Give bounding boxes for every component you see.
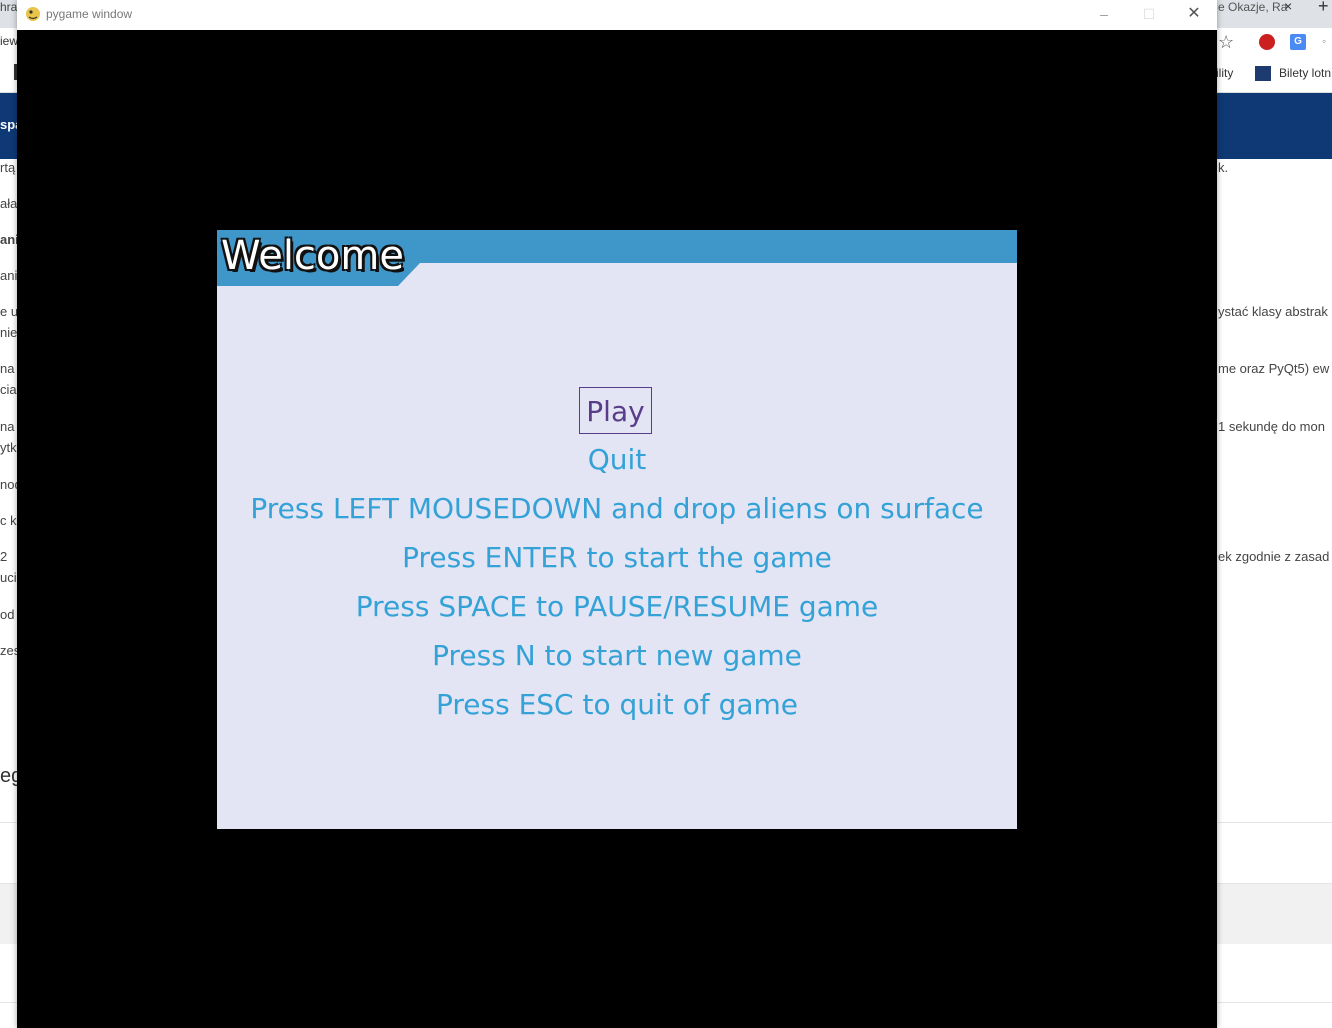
bookmark-item[interactable]: ility bbox=[1216, 66, 1233, 80]
page-text-line: na bbox=[0, 419, 15, 434]
opera-extension-icon[interactable] bbox=[1259, 34, 1275, 50]
instruction-item[interactable]: Press ESC to quit of game bbox=[217, 688, 1017, 721]
snake-icon bbox=[26, 7, 40, 21]
page-text-line: ystać klasy abstrak bbox=[1218, 304, 1328, 319]
new-tab-icon[interactable]: + bbox=[1318, 0, 1329, 17]
page-text-line: ani bbox=[0, 268, 18, 283]
page-text-line: me oraz PyQt5) ew bbox=[1218, 361, 1330, 376]
menu-title: Welcome bbox=[221, 233, 404, 279]
browser-tab-right[interactable]: e Okazje, Ra bbox=[1218, 0, 1308, 28]
page-text-line: cia bbox=[0, 382, 17, 397]
instruction-item[interactable]: Press ENTER to start the game bbox=[217, 541, 1017, 574]
instruction-item[interactable]: Press SPACE to PAUSE/RESUME game bbox=[217, 590, 1017, 623]
game-canvas[interactable]: Welcome Play Quit Press LEFT MOUSEDOWN a… bbox=[17, 30, 1217, 1028]
close-icon[interactable]: × bbox=[1284, 0, 1292, 14]
bookmark-item[interactable]: Bilety lotn bbox=[1279, 66, 1331, 80]
page-text-line: od bbox=[0, 607, 15, 622]
welcome-menu: Welcome Play Quit Press LEFT MOUSEDOWN a… bbox=[217, 230, 1017, 829]
page-text-line: ek zgodnie z zasad bbox=[1218, 549, 1330, 564]
page-text-line: k. bbox=[1218, 160, 1229, 175]
page-text-line: na bbox=[0, 361, 15, 376]
bookmark-star-icon[interactable]: ☆ bbox=[1218, 32, 1234, 53]
window-title: pygame window bbox=[46, 7, 133, 21]
page-text-line: ała bbox=[0, 196, 18, 211]
translate-extension-icon[interactable]: G bbox=[1290, 34, 1306, 50]
page-text-line: rtą bbox=[0, 160, 16, 175]
pygame-window: pygame window – ☐ ✕ Welcome Play Quit Pr… bbox=[17, 0, 1217, 1028]
instruction-item[interactable]: Press LEFT MOUSEDOWN and drop aliens on … bbox=[217, 492, 1017, 525]
page-text-line: ani bbox=[0, 232, 19, 247]
page-text-line: ytk bbox=[0, 440, 17, 455]
more-extensions-icon[interactable]: ◦ bbox=[1322, 34, 1326, 48]
quit-button[interactable]: Quit bbox=[217, 443, 1017, 476]
window-titlebar[interactable]: pygame window – ☐ ✕ bbox=[17, 0, 1217, 30]
instruction-item[interactable]: Press N to start new game bbox=[217, 639, 1017, 672]
play-button[interactable]: Play bbox=[579, 387, 652, 434]
close-button[interactable]: ✕ bbox=[1171, 0, 1217, 30]
bookmark-favicon-icon bbox=[1255, 66, 1271, 81]
page-text-line: 1 sekundę do mon bbox=[1218, 419, 1325, 434]
browser-menu-label[interactable]: iew bbox=[0, 34, 18, 48]
maximize-button[interactable]: ☐ bbox=[1126, 0, 1172, 30]
minimize-button[interactable]: – bbox=[1081, 0, 1127, 30]
page-text-line: 2 bbox=[0, 549, 8, 564]
browser-tab-left[interactable]: hra bbox=[0, 0, 17, 14]
